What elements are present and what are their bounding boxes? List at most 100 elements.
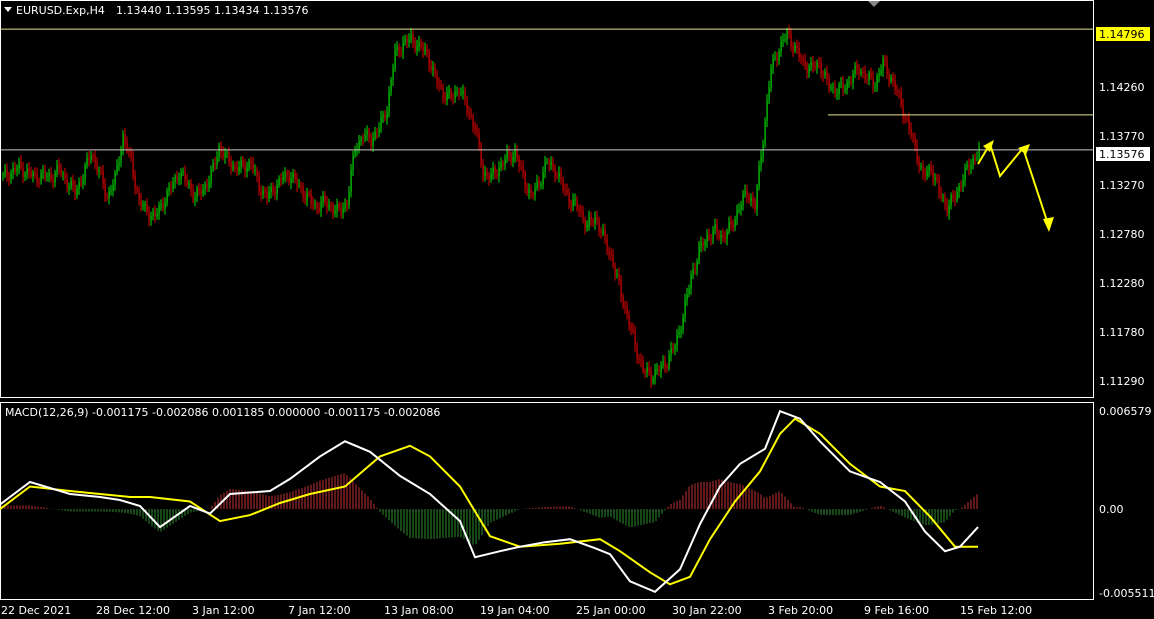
- candle-body: [776, 57, 778, 61]
- candle-body: [164, 202, 166, 209]
- candle-body: [800, 57, 802, 60]
- candle-body: [70, 180, 72, 188]
- candle-body: [272, 186, 274, 192]
- candle-body: [236, 166, 238, 171]
- candle-body: [696, 261, 698, 270]
- candle-body: [40, 172, 42, 183]
- candle-body: [408, 39, 410, 43]
- candle-body: [436, 73, 438, 84]
- candle-body: [910, 128, 912, 137]
- time-tick: 15 Feb 12:00: [960, 604, 1032, 617]
- candle-body: [242, 160, 244, 166]
- candle-body: [868, 72, 870, 80]
- candle-body: [858, 70, 860, 74]
- candle-body: [662, 361, 664, 366]
- candle-body: [42, 170, 44, 173]
- candle-body: [546, 161, 548, 163]
- candle-body: [600, 231, 602, 233]
- candle-body: [734, 218, 736, 227]
- candle-body: [962, 180, 964, 188]
- time-tick: 22 Dec 2021: [1, 604, 71, 617]
- candle-body: [834, 86, 836, 95]
- candle-body: [562, 179, 564, 190]
- candle-body: [244, 165, 246, 173]
- candle-body: [354, 149, 356, 155]
- candle-body: [32, 172, 34, 177]
- candle-body: [796, 45, 798, 48]
- candle-body: [856, 65, 858, 71]
- candle-body: [134, 175, 136, 189]
- candle-body: [790, 34, 792, 47]
- candle-body: [480, 144, 482, 165]
- candle-body: [340, 207, 342, 214]
- candle-body: [506, 150, 508, 160]
- resistance-price-label: 1.14796: [1099, 28, 1145, 41]
- candle-body: [714, 224, 716, 230]
- candle-body: [772, 57, 774, 69]
- candle-body: [104, 183, 106, 197]
- macd-scale-max: 0.006579: [1099, 405, 1152, 418]
- candle-body: [550, 162, 552, 166]
- candle-body: [62, 173, 64, 175]
- candle-body: [276, 184, 278, 195]
- candle-body: [212, 163, 214, 170]
- candle-body: [726, 231, 728, 239]
- candle-body: [22, 167, 24, 177]
- candle-body: [264, 190, 266, 193]
- macd-pane[interactable]: [0, 402, 1094, 600]
- candle-body: [472, 116, 474, 127]
- candle-body: [644, 370, 646, 373]
- candle-body: [102, 171, 104, 184]
- candle-body: [110, 191, 112, 193]
- candle-body: [704, 241, 706, 247]
- candle-body: [28, 168, 30, 173]
- candle-body: [584, 219, 586, 228]
- candle-body: [596, 216, 598, 222]
- candle-body: [108, 191, 110, 198]
- candle-body: [8, 176, 10, 181]
- candle-body: [822, 74, 824, 76]
- candle-body: [972, 157, 974, 166]
- symbol-timeframe-label[interactable]: EURUSD.Exp,H4: [16, 4, 105, 17]
- candle-body: [196, 188, 198, 198]
- candle-body: [708, 234, 710, 239]
- candle-body: [958, 186, 960, 192]
- candle-body: [184, 171, 186, 180]
- candle-body: [338, 203, 340, 208]
- candle-body: [112, 184, 114, 192]
- candle-body: [632, 328, 634, 332]
- candle-body: [406, 38, 408, 43]
- candle-body: [848, 81, 850, 83]
- candle-body: [826, 71, 828, 80]
- candle-body: [926, 170, 928, 177]
- candle-body: [964, 167, 966, 181]
- macd-indicator-label[interactable]: MACD(12,26,9) -0.001175 -0.002086 0.0011…: [5, 406, 440, 419]
- candle-body: [402, 42, 404, 53]
- candle-body: [586, 225, 588, 228]
- candle-body: [52, 179, 54, 183]
- candle-body: [514, 149, 516, 157]
- candle-body: [604, 229, 606, 238]
- price-pane[interactable]: [0, 0, 1094, 398]
- candle-body: [92, 155, 94, 157]
- candle-body: [286, 172, 288, 176]
- candle-body: [884, 59, 886, 62]
- candle-body: [98, 170, 100, 173]
- candle-body: [896, 89, 898, 92]
- candle-body: [938, 180, 940, 193]
- candle-body: [882, 59, 884, 71]
- candle-body: [810, 62, 812, 67]
- price-tick: 1.13770: [1099, 130, 1145, 143]
- candle-body: [814, 66, 816, 68]
- candle-body: [922, 165, 924, 174]
- candle-body: [454, 91, 456, 99]
- candle-body: [612, 254, 614, 266]
- candle-body: [914, 137, 916, 146]
- candle-body: [424, 48, 426, 52]
- candle-body: [50, 173, 52, 180]
- candle-body: [556, 176, 558, 178]
- candle-body: [292, 173, 294, 179]
- candle-body: [626, 307, 628, 315]
- candle-body: [498, 167, 500, 176]
- candle-body: [576, 199, 578, 209]
